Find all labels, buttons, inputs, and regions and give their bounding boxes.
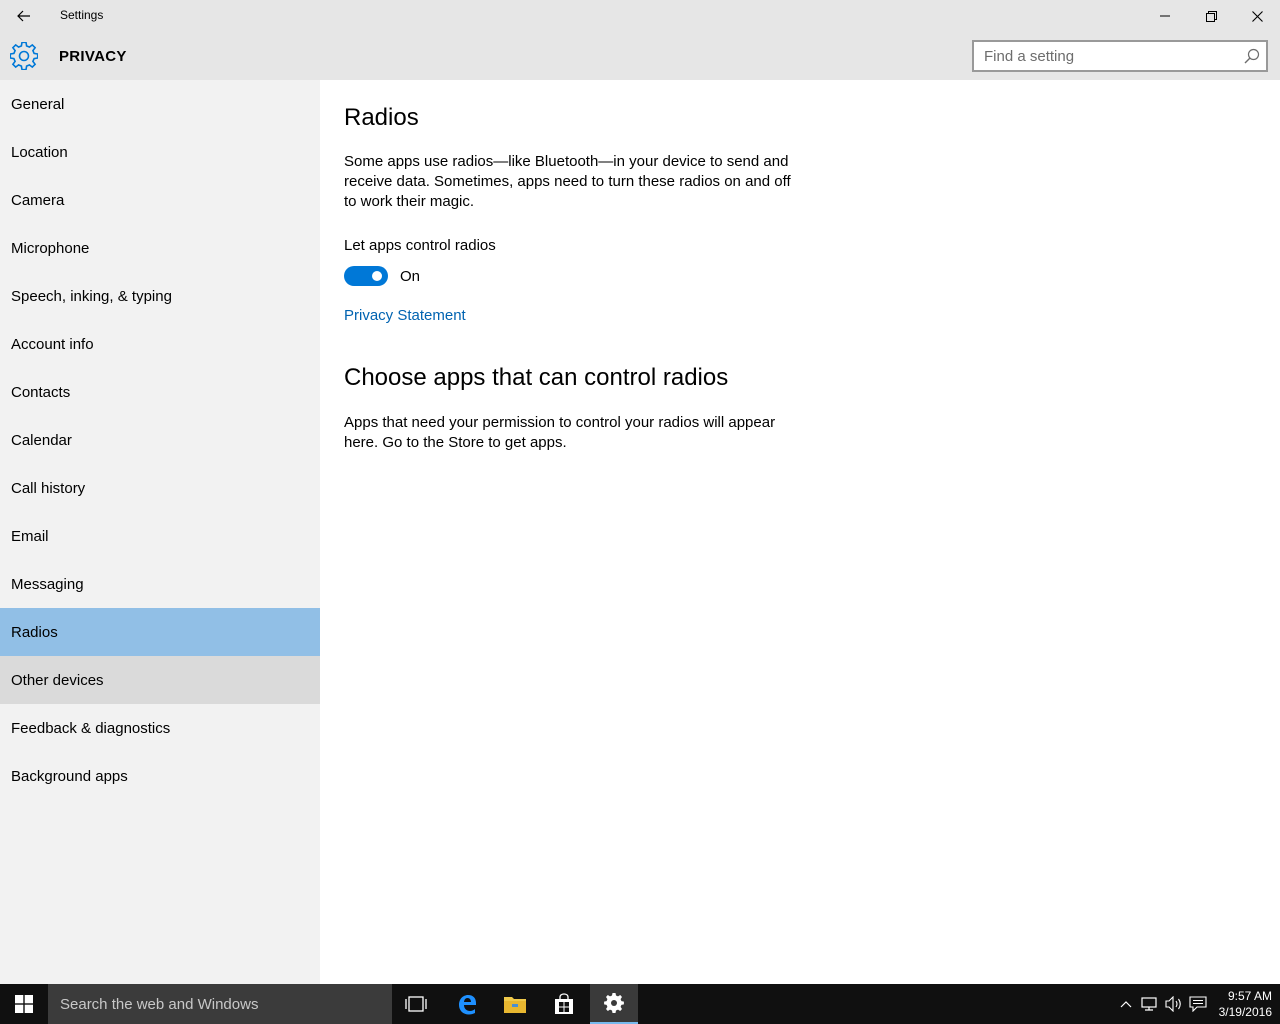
back-button[interactable] bbox=[0, 0, 48, 32]
sidebar-item-general[interactable]: General bbox=[0, 80, 320, 128]
settings-taskbar-button[interactable] bbox=[590, 984, 638, 1024]
sidebar-item-contacts[interactable]: Contacts bbox=[0, 368, 320, 416]
windows-logo-icon bbox=[15, 995, 33, 1013]
toggle-state-label: On bbox=[400, 268, 421, 285]
sidebar-item-label: Radios bbox=[11, 623, 58, 641]
volume-button[interactable] bbox=[1162, 984, 1186, 1024]
section-title: PRIVACY bbox=[59, 48, 127, 65]
sidebar-item-label: Other devices bbox=[11, 671, 104, 689]
minimize-button[interactable] bbox=[1142, 0, 1188, 32]
toggle-label: Let apps control radios bbox=[344, 237, 496, 254]
sidebar-item-label: Speech, inking, & typing bbox=[11, 287, 172, 305]
settings-search-box[interactable] bbox=[972, 40, 1268, 72]
settings-header: PRIVACY bbox=[0, 32, 1280, 80]
page-title: Radios bbox=[344, 104, 419, 131]
sidebar-item-label: Location bbox=[11, 143, 68, 161]
taskbar-search-input[interactable] bbox=[48, 984, 392, 1024]
sidebar-item-label: General bbox=[11, 95, 65, 113]
sidebar-item-messaging[interactable]: Messaging bbox=[0, 560, 320, 608]
sidebar-item-location[interactable]: Location bbox=[0, 128, 320, 176]
toggle-knob bbox=[372, 271, 382, 281]
sidebar-item-label: Camera bbox=[11, 191, 65, 209]
sidebar-item-other-devices[interactable]: Other devices bbox=[0, 656, 320, 704]
clock-time: 9:57 AM bbox=[1227, 989, 1272, 1003]
start-button[interactable] bbox=[0, 984, 48, 1024]
store-button[interactable] bbox=[540, 984, 588, 1024]
network-button[interactable] bbox=[1138, 984, 1162, 1024]
clock-date: 3/19/2016 bbox=[1218, 1005, 1272, 1019]
task-view-button[interactable] bbox=[392, 984, 440, 1024]
taskbar-search-box[interactable] bbox=[48, 984, 392, 1024]
sidebar-item-microphone[interactable]: Microphone bbox=[0, 224, 320, 272]
privacy-statement-link[interactable]: Privacy Statement bbox=[344, 307, 466, 324]
edge-browser-button[interactable] bbox=[443, 984, 491, 1024]
main-content: Radios Some apps use radios—like Bluetoo… bbox=[320, 80, 1280, 984]
sidebar-item-account-info[interactable]: Account info bbox=[0, 320, 320, 368]
speaker-icon bbox=[1165, 996, 1181, 1012]
gear-icon bbox=[604, 993, 624, 1013]
task-view-icon bbox=[405, 996, 427, 1012]
taskbar: 9:57 AM 3/19/2016 bbox=[0, 984, 1280, 1024]
sidebar-item-label: Messaging bbox=[11, 575, 84, 593]
gear-icon bbox=[10, 42, 38, 70]
search-icon[interactable] bbox=[1244, 48, 1260, 64]
show-hidden-icons-button[interactable] bbox=[1114, 984, 1138, 1024]
title-bar: Settings bbox=[0, 0, 1280, 32]
window-title: Settings bbox=[60, 8, 104, 22]
folder-icon bbox=[504, 997, 526, 1013]
radios-toggle-switch[interactable] bbox=[344, 266, 388, 286]
action-center-button[interactable] bbox=[1186, 984, 1210, 1024]
network-icon bbox=[1141, 997, 1157, 1011]
section-description: Apps that need your permission to contro… bbox=[344, 414, 776, 451]
file-explorer-button[interactable] bbox=[491, 984, 539, 1024]
sidebar-item-radios[interactable]: Radios bbox=[0, 608, 320, 656]
sidebar-item-label: Contacts bbox=[11, 383, 71, 401]
close-button[interactable] bbox=[1234, 0, 1280, 32]
sidebar-item-speech[interactable]: Speech, inking, & typing bbox=[0, 272, 320, 320]
sidebar-item-camera[interactable]: Camera bbox=[0, 176, 320, 224]
section-heading: Choose apps that can control radios bbox=[344, 364, 729, 391]
sidebar-item-label: Background apps bbox=[11, 767, 128, 785]
minimize-icon bbox=[1160, 15, 1170, 17]
taskbar-clock[interactable]: 9:57 AM 3/19/2016 bbox=[1212, 988, 1272, 1020]
sidebar: General Location Camera Microphone Speec… bbox=[0, 80, 320, 984]
sidebar-item-feedback-diagnostics[interactable]: Feedback & diagnostics bbox=[0, 704, 320, 752]
sidebar-item-label: Microphone bbox=[11, 239, 90, 257]
sidebar-item-email[interactable]: Email bbox=[0, 512, 320, 560]
sidebar-item-label: Call history bbox=[11, 479, 86, 497]
close-icon bbox=[1251, 10, 1263, 22]
sidebar-item-label: Calendar bbox=[11, 431, 72, 449]
page-description: Some apps use radios—like Bluetooth—in y… bbox=[344, 153, 791, 210]
edge-browser-icon bbox=[459, 995, 476, 1015]
sidebar-item-call-history[interactable]: Call history bbox=[0, 464, 320, 512]
restore-button[interactable] bbox=[1188, 0, 1234, 32]
settings-search-input[interactable] bbox=[974, 42, 1236, 70]
sidebar-item-label: Email bbox=[11, 527, 49, 545]
back-arrow-icon bbox=[17, 10, 30, 22]
sidebar-item-calendar[interactable]: Calendar bbox=[0, 416, 320, 464]
sidebar-item-label: Feedback & diagnostics bbox=[11, 719, 171, 737]
chevron-up-icon bbox=[1120, 1001, 1132, 1008]
sidebar-item-label: Account info bbox=[11, 335, 94, 353]
store-bag-icon bbox=[555, 993, 573, 1014]
notification-icon bbox=[1189, 996, 1207, 1012]
restore-icon bbox=[1205, 10, 1217, 22]
sidebar-item-background-apps[interactable]: Background apps bbox=[0, 752, 320, 800]
